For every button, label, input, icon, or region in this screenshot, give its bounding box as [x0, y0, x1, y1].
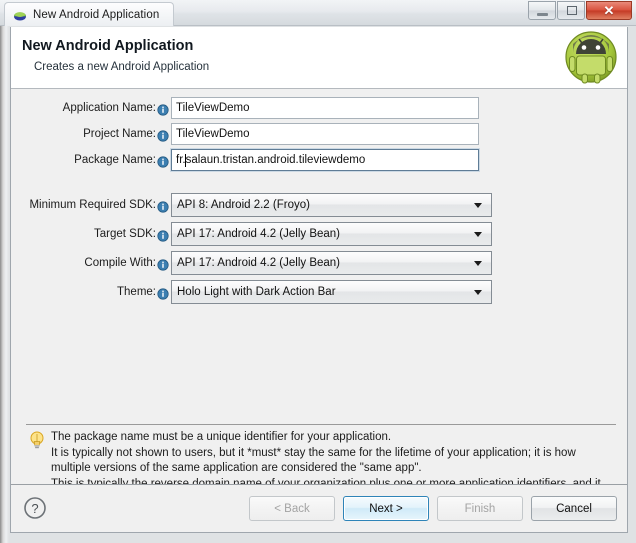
- field-row-project-name: Project Name: TileViewDemo: [11, 123, 627, 145]
- info-icon[interactable]: [157, 287, 169, 300]
- page-subtitle: Creates a new Android Application: [34, 61, 210, 73]
- minimize-button[interactable]: [528, 1, 556, 20]
- theme-value: Holo Light with Dark Action Bar: [177, 286, 336, 298]
- chevron-down-icon: [474, 232, 482, 237]
- package-name-value-post: salaun.tristan.android.tileviewdemo: [185, 154, 366, 166]
- dialog-button-bar: ? < Back Next > Finish Cancel: [11, 484, 627, 532]
- hint-line: multiple versions of the same applicatio…: [51, 462, 422, 475]
- page-title: New Android Application: [22, 38, 194, 54]
- field-row-target-sdk: Target SDK: API 17: Android 4.2 (Jelly B…: [11, 222, 627, 246]
- help-button[interactable]: ?: [23, 496, 47, 520]
- field-row-minimum-required-sdk: Minimum Required SDK: API 8: Android 2.2…: [11, 193, 627, 217]
- info-icon[interactable]: [157, 258, 169, 271]
- restore-icon: [567, 6, 577, 15]
- close-button[interactable]: ✕: [586, 1, 632, 20]
- window-controls: ✕: [527, 1, 632, 20]
- minimum-required-sdk-value: API 8: Android 2.2 (Froyo): [177, 199, 310, 211]
- compile-with-select[interactable]: API 17: Android 4.2 (Jelly Bean): [171, 251, 492, 275]
- target-sdk-value: API 17: Android 4.2 (Jelly Bean): [177, 228, 341, 240]
- chevron-down-icon: [474, 203, 482, 208]
- minimize-icon: [537, 13, 548, 16]
- back-button[interactable]: < Back: [249, 496, 335, 521]
- theme-select[interactable]: Holo Light with Dark Action Bar: [171, 280, 492, 304]
- finish-button[interactable]: Finish: [437, 496, 523, 521]
- android-icon: [13, 8, 27, 22]
- info-icon[interactable]: [157, 155, 169, 168]
- field-row-package-name: Package Name: fr. salaun.tristan.android.…: [11, 149, 627, 171]
- hint-line: It is typically not shown to users, but …: [51, 446, 576, 459]
- chevron-down-icon: [474, 290, 482, 295]
- hint-line: The package name must be a unique identi…: [51, 431, 392, 443]
- info-icon[interactable]: [157, 229, 169, 242]
- compile-with-value: API 17: Android 4.2 (Jelly Bean): [177, 257, 341, 269]
- android-robot-logo: [564, 30, 618, 84]
- window-root: New Android Application ✕ New Android Ap…: [0, 0, 636, 543]
- label-target-sdk: Target SDK:: [94, 228, 156, 240]
- dialog-header: New Android Application Creates a new An…: [11, 27, 627, 89]
- lightbulb-icon: [28, 430, 46, 450]
- info-icon[interactable]: [157, 200, 169, 213]
- label-project-name: Project Name:: [83, 128, 156, 140]
- label-minimum-required-sdk: Minimum Required SDK:: [29, 199, 156, 211]
- info-icon[interactable]: [157, 129, 169, 142]
- window-tab[interactable]: New Android Application: [4, 2, 175, 26]
- restore-button[interactable]: [557, 1, 585, 20]
- hint-separator: [26, 424, 616, 425]
- application-name-input[interactable]: TileViewDemo: [171, 97, 479, 119]
- field-row-compile-with: Compile With: API 17: Android 4.2 (Jelly…: [11, 251, 627, 275]
- project-name-input[interactable]: TileViewDemo: [171, 123, 479, 145]
- field-row-application-name: Application Name: TileViewDemo: [11, 97, 627, 119]
- field-row-theme: Theme: Holo Light with Dark Action Bar: [11, 280, 627, 304]
- dialog: New Android Application Creates a new An…: [10, 27, 628, 533]
- label-application-name: Application Name:: [62, 102, 156, 114]
- target-sdk-select[interactable]: API 17: Android 4.2 (Jelly Bean): [171, 222, 492, 246]
- wizard-buttons: < Back Next > Finish Cancel: [241, 496, 617, 521]
- svg-text:?: ?: [31, 501, 38, 516]
- close-icon: ✕: [603, 2, 615, 18]
- package-name-input[interactable]: fr. salaun.tristan.android.tileviewdemo: [171, 149, 479, 171]
- minimum-required-sdk-select[interactable]: API 8: Android 2.2 (Froyo): [171, 193, 492, 217]
- label-theme: Theme:: [117, 286, 156, 298]
- info-icon[interactable]: [157, 103, 169, 116]
- chevron-down-icon: [474, 261, 482, 266]
- window-title: New Android Application: [33, 8, 160, 21]
- next-button[interactable]: Next >: [343, 496, 429, 521]
- dialog-body: Application Name: TileViewDemo Project N…: [11, 89, 627, 490]
- cancel-button[interactable]: Cancel: [531, 496, 617, 521]
- label-compile-with: Compile With:: [84, 257, 156, 269]
- label-package-name: Package Name:: [74, 154, 156, 166]
- title-bar: New Android Application ✕: [0, 0, 636, 26]
